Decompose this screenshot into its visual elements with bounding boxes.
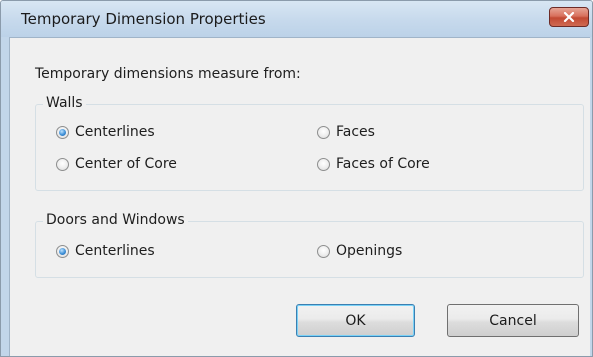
walls-faces-of-core-label: Faces of Core <box>336 156 430 172</box>
walls-centerlines-radio[interactable]: Centerlines <box>56 124 155 140</box>
walls-faces-label: Faces <box>336 124 375 140</box>
doors-centerlines-label: Centerlines <box>75 243 155 259</box>
walls-faces-of-core-radio[interactable]: Faces of Core <box>317 156 430 172</box>
radio-unselected-icon <box>56 157 69 171</box>
radio-unselected-icon <box>317 157 330 171</box>
measure-from-label: Temporary dimensions measure from: <box>35 66 301 82</box>
walls-center-of-core-radio[interactable]: Center of Core <box>56 156 177 172</box>
ok-button[interactable]: OK <box>296 304 415 337</box>
walls-centerlines-label: Centerlines <box>75 124 155 140</box>
radio-selected-icon <box>56 125 69 139</box>
title-bar[interactable]: Temporary Dimension Properties <box>1 1 592 37</box>
doors-openings-label: Openings <box>336 243 403 259</box>
close-button[interactable] <box>549 7 589 27</box>
walls-group: Walls Centerlines Faces Center of Core F… <box>35 95 584 191</box>
doors-openings-radio[interactable]: Openings <box>317 243 402 259</box>
dialog-content: Temporary dimensions measure from: Walls… <box>9 37 590 356</box>
window-title: Temporary Dimension Properties <box>21 10 266 28</box>
radio-unselected-icon <box>317 244 330 258</box>
walls-group-label: Walls <box>43 95 86 111</box>
dialog-window: Temporary Dimension Properties Temporary… <box>0 0 593 357</box>
walls-center-of-core-label: Center of Core <box>75 156 177 172</box>
doors-centerlines-radio[interactable]: Centerlines <box>56 243 155 259</box>
doors-windows-group-label: Doors and Windows <box>43 212 188 228</box>
doors-windows-group: Doors and Windows Centerlines Openings <box>35 212 584 278</box>
close-icon <box>563 12 575 22</box>
radio-unselected-icon <box>317 125 330 139</box>
radio-selected-icon <box>56 244 69 258</box>
walls-faces-radio[interactable]: Faces <box>317 124 375 140</box>
cancel-button[interactable]: Cancel <box>447 304 579 337</box>
